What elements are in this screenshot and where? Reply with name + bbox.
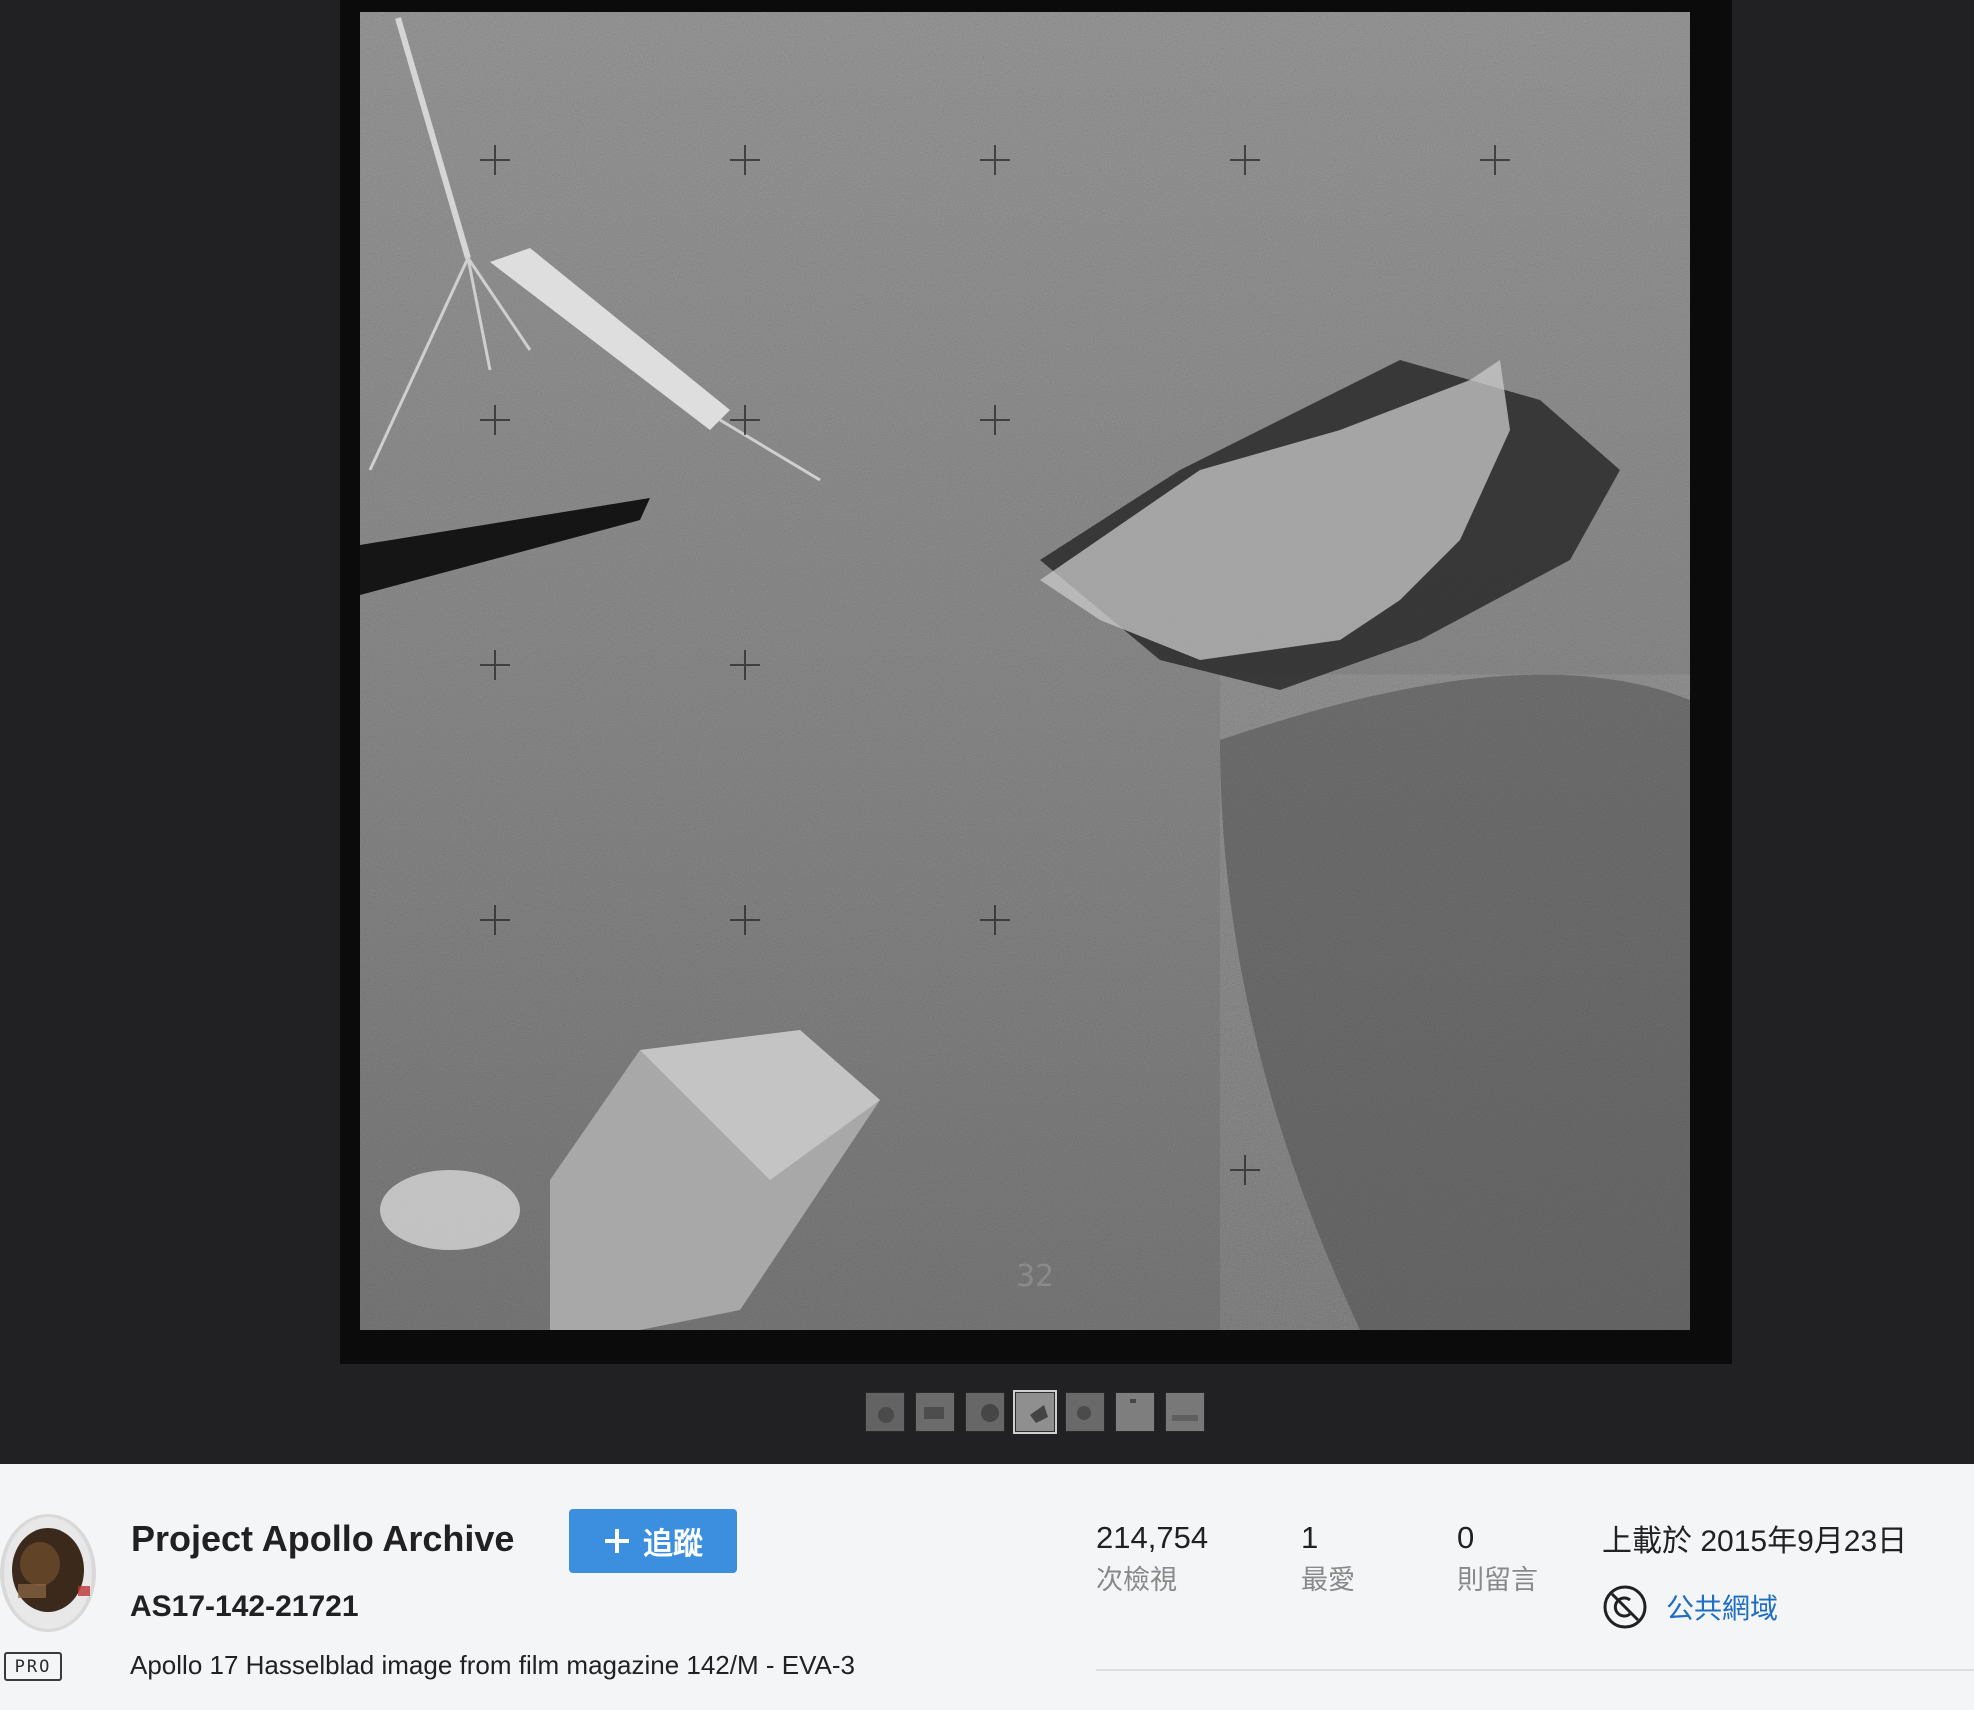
- upload-date: 上載於 2015年9月23日: [1602, 1525, 1908, 1558]
- filmstrip-thumb[interactable]: [1165, 1392, 1205, 1432]
- divider: [1096, 1669, 1974, 1671]
- license-label: 公共網域: [1666, 1593, 1779, 1624]
- comments-label: 則留言: [1457, 1565, 1538, 1595]
- filmstrip-thumb[interactable]: [1065, 1392, 1105, 1432]
- owner-avatar[interactable]: [0, 1514, 96, 1632]
- photo-title: AS17-142-21721: [130, 1590, 359, 1623]
- filmstrip-thumb-active[interactable]: [1013, 1390, 1057, 1434]
- views-stat: 214,754 次檢視: [1096, 1520, 1208, 1597]
- photo-info-panel: PRO Project Apollo Archive 追蹤 AS17-142-2…: [0, 1464, 1974, 1710]
- astronaut-avatar-icon: [0, 1514, 96, 1632]
- views-label: 次檢視: [1096, 1565, 1177, 1595]
- filmstrip: [865, 1390, 1205, 1434]
- filmstrip-thumb[interactable]: [865, 1392, 905, 1432]
- faves-count: 1: [1301, 1520, 1319, 1555]
- pro-badge: PRO: [4, 1652, 62, 1681]
- photo-description: Apollo 17 Hasselblad image from film mag…: [130, 1650, 855, 1680]
- filmstrip-thumb[interactable]: [915, 1392, 955, 1432]
- follow-button[interactable]: 追蹤: [569, 1509, 737, 1573]
- comments-count: 0: [1457, 1520, 1475, 1555]
- faves-stat[interactable]: 1 最愛: [1301, 1520, 1355, 1597]
- lunar-surface-image: 32: [360, 12, 1690, 1330]
- public-domain-icon: [1603, 1585, 1647, 1629]
- filmstrip-thumb[interactable]: [965, 1392, 1005, 1432]
- follow-button-label: 追蹤: [643, 1528, 703, 1561]
- license-link[interactable]: 公共網域: [1602, 1584, 1778, 1630]
- plus-icon: [605, 1529, 629, 1553]
- filmstrip-thumb[interactable]: [1115, 1392, 1155, 1432]
- owner-name[interactable]: Project Apollo Archive: [131, 1518, 514, 1560]
- faves-label: 最愛: [1301, 1565, 1355, 1595]
- main-photo[interactable]: 32: [340, 0, 1732, 1364]
- views-count: 214,754: [1096, 1520, 1209, 1555]
- photo-viewer: 32: [0, 0, 1974, 1464]
- frame-number: 32: [1016, 1259, 1054, 1294]
- comments-stat[interactable]: 0 則留言: [1457, 1520, 1538, 1597]
